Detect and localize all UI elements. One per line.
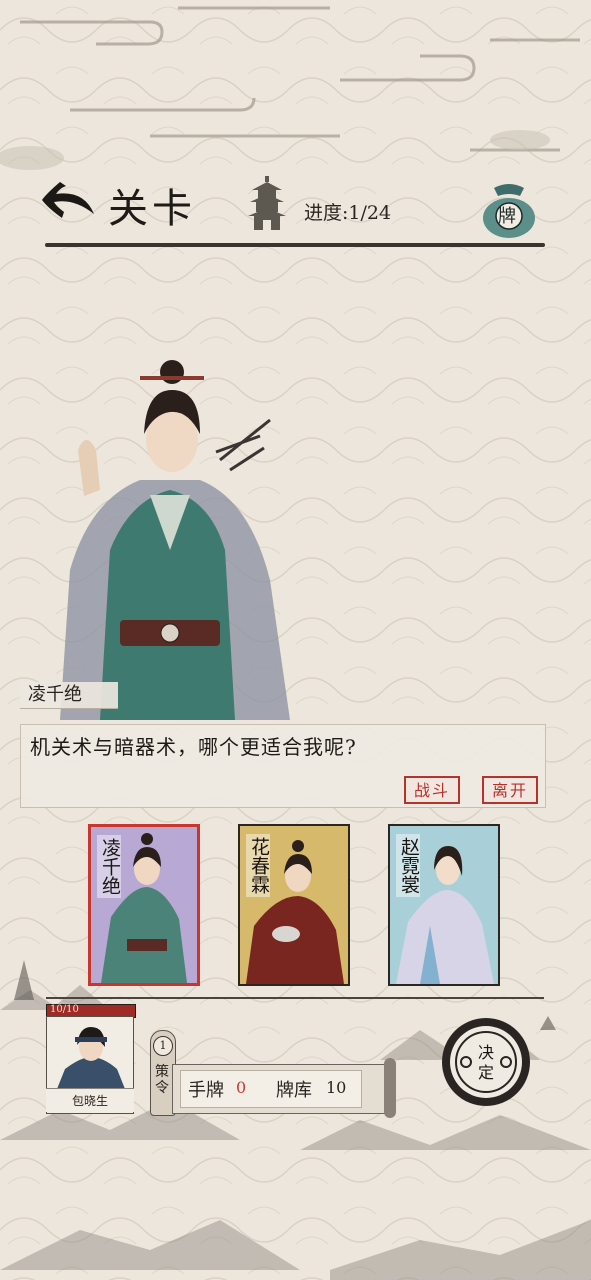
character-card-3[interactable]: 赵霓裳 <box>388 824 500 986</box>
pagoda-icon <box>248 176 286 230</box>
decide-button[interactable]: 决 定 <box>440 1016 532 1108</box>
page-title: 关卡 <box>108 186 196 232</box>
hero-avatar <box>57 1027 125 1089</box>
header-divider <box>45 243 545 247</box>
bottom-divider <box>46 997 544 999</box>
progress-text: 进度:1/24 <box>304 198 391 225</box>
character-card-1-name: 凌千绝 <box>97 835 121 898</box>
hp-text: 10/10 <box>50 1004 79 1015</box>
character-card-2-name: 花春霖 <box>246 834 270 897</box>
leave-button[interactable]: 离开 <box>482 776 538 804</box>
hero-name: 包晓生 <box>46 1088 134 1112</box>
character-card-3-name: 赵霓裳 <box>396 834 420 897</box>
fight-button[interactable]: 战斗 <box>404 776 460 804</box>
deck-label[interactable]: 牌库 <box>276 1076 312 1102</box>
hand-label: 手牌 <box>188 1080 224 1101</box>
deck-count: 10 <box>326 1078 347 1097</box>
progress-label: 进度: <box>304 202 349 224</box>
encounter-character-illustration <box>60 360 290 720</box>
decide-label: 决 <box>478 1043 494 1062</box>
hand-count: 0 <box>236 1078 247 1097</box>
back-arrow-icon[interactable] <box>36 178 98 224</box>
progress-value: 1/24 <box>348 202 392 224</box>
card-pouch-label: 牌 <box>498 206 516 227</box>
speaker-name: 凌千绝 <box>20 682 118 709</box>
character-card-2[interactable]: 花春霖 <box>238 824 350 986</box>
strategy-count: 1 <box>153 1036 173 1056</box>
scroll-roller <box>384 1058 396 1118</box>
dialog-text: 机关术与暗器术，哪个更适合我呢? <box>30 735 357 759</box>
decide-label-2: 定 <box>478 1063 494 1082</box>
strategy-label: 策令 <box>155 1064 169 1096</box>
character-card-1[interactable]: 凌千绝 <box>88 824 200 986</box>
